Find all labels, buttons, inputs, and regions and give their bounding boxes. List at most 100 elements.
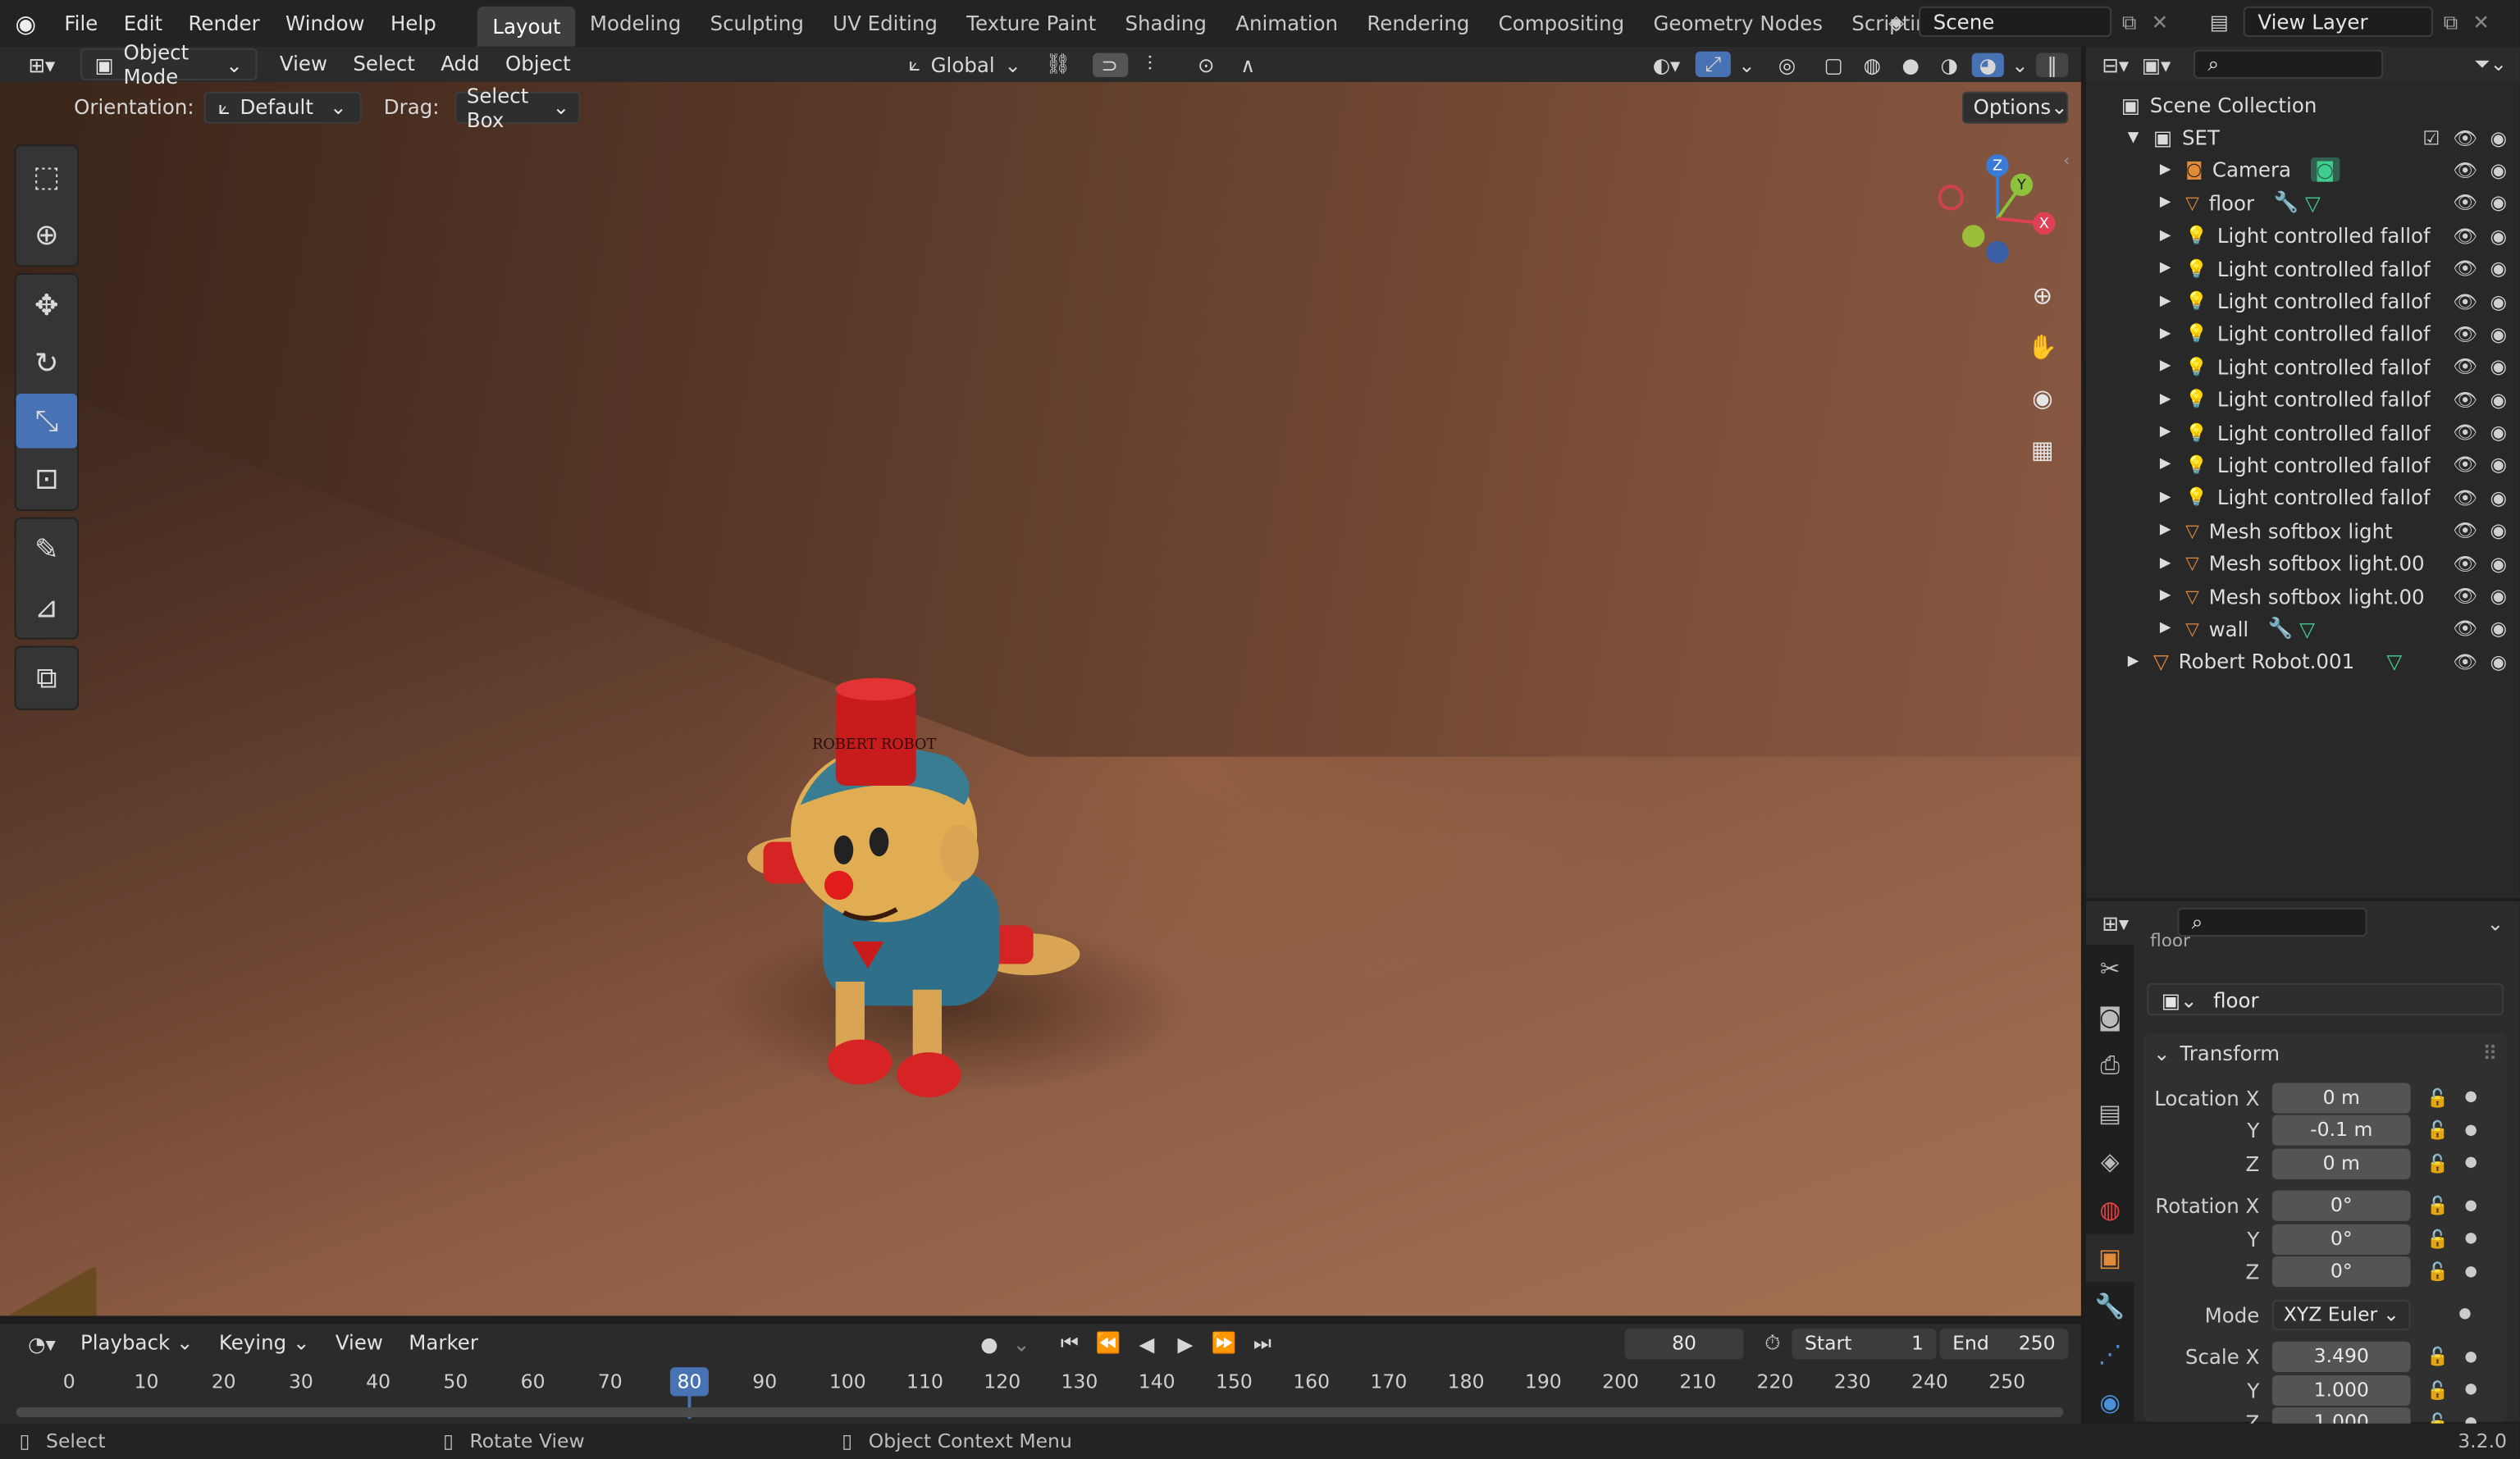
outliner-item[interactable]: ▶ 💡 Light controlled fallof 👁 ◉ <box>2086 350 2520 383</box>
eye-icon[interactable]: 👁 <box>2453 290 2477 312</box>
camera-view-icon[interactable]: ◉ <box>2021 381 2063 416</box>
tab-modeling[interactable]: Modeling <box>575 0 696 47</box>
add-menu[interactable]: Add <box>428 47 493 82</box>
pan-hand-icon[interactable]: ✋ <box>2021 330 2063 365</box>
chevron-right-icon[interactable]: ▶ <box>2160 424 2185 440</box>
editor-type-icon[interactable]: ⊞▾ <box>16 52 68 76</box>
property-value-field[interactable]: -0.1 m <box>2272 1115 2411 1147</box>
render-tab-icon[interactable]: ◙ <box>2086 993 2134 1042</box>
3d-viewport[interactable]: ROBERT ROBOT Z Y X ⊕ ✋ ◉ ▦ ‹ <box>0 81 2081 1316</box>
overlay-icon[interactable]: ◎ <box>1763 52 1811 76</box>
select-menu[interactable]: Select <box>340 47 428 82</box>
filter-icon[interactable]: ⏷⌄ <box>2474 52 2507 77</box>
chevron-right-icon[interactable]: ▶ <box>2160 588 2185 604</box>
object-tab-icon[interactable]: ▣ <box>2085 1233 2134 1283</box>
eye-icon[interactable]: 👁 <box>2453 258 2477 280</box>
menu-help[interactable]: Help <box>377 0 449 47</box>
keyframe-dot-icon[interactable]: ● <box>2465 1198 2477 1215</box>
eye-icon[interactable]: 👁 <box>2453 323 2477 345</box>
rendered-shading-icon[interactable]: ◕ <box>1971 52 2004 77</box>
property-value-field[interactable]: 0° <box>2272 1224 2411 1255</box>
chevron-right-icon[interactable]: ▶ <box>2160 228 2185 244</box>
physics-tab-icon[interactable]: ◉ <box>2086 1379 2134 1427</box>
chevron-right-icon[interactable]: ▶ <box>2160 555 2185 572</box>
rotate-icon[interactable]: ↻ <box>16 335 77 390</box>
tab-geometry-nodes[interactable]: Geometry Nodes <box>1639 0 1838 47</box>
camera-render-icon[interactable]: ◉ <box>2490 454 2508 476</box>
cursor-icon[interactable]: ⊕ <box>16 207 77 262</box>
camera-render-icon[interactable]: ◉ <box>2490 126 2508 148</box>
eye-icon[interactable]: 👁 <box>2453 486 2477 508</box>
chevron-right-icon[interactable]: ▶ <box>2160 195 2185 212</box>
robot-model[interactable]: ROBERT ROBOT <box>707 596 1109 1126</box>
keyframe-dot-icon[interactable]: ● <box>2458 1306 2471 1323</box>
chevron-right-icon[interactable]: ▶ <box>2160 391 2185 408</box>
camera-render-icon[interactable]: ◉ <box>2490 258 2508 280</box>
annotate-icon[interactable]: ✎ <box>16 522 77 577</box>
orientation-dropdown[interactable]: ⟀ Default ⌄ <box>203 90 362 123</box>
property-value-field[interactable]: 0° <box>2272 1256 2411 1288</box>
timeline-scrollbar[interactable] <box>16 1407 2064 1417</box>
gizmo-toggle-icon[interactable]: ⤢ <box>1695 51 1731 78</box>
camera-render-icon[interactable]: ◉ <box>2490 356 2508 378</box>
pause-render-icon[interactable]: ‖ <box>2036 52 2069 77</box>
keyframe-dot-icon[interactable]: ● <box>2465 1231 2477 1247</box>
camera-render-icon[interactable]: ◉ <box>2490 552 2508 574</box>
keyframe-dot-icon[interactable]: ● <box>2465 1090 2477 1106</box>
particles-tab-icon[interactable]: ⋰ <box>2086 1330 2134 1379</box>
snap-icon[interactable]: ⊃ <box>1092 52 1128 77</box>
property-value-field[interactable]: 0 m <box>2272 1148 2411 1179</box>
object-name-field[interactable]: ▣⌄ floor <box>2147 983 2504 1016</box>
keyframe-dot-icon[interactable]: ● <box>2465 1382 2477 1398</box>
scene-collection-row[interactable]: ▣ Scene Collection <box>2086 89 2520 121</box>
delete-view-layer-icon[interactable]: ✕ <box>2468 10 2494 34</box>
transform-orientation[interactable]: Global <box>931 52 995 76</box>
snap-target-icon[interactable]: ⫶ <box>1127 52 1172 77</box>
solid-shading-icon[interactable]: ● <box>1895 52 1927 76</box>
material-shading-icon[interactable]: ◑ <box>1933 52 1965 76</box>
collapse-sidebar-icon[interactable]: ‹ <box>2063 153 2070 171</box>
camera-render-icon[interactable]: ◉ <box>2490 323 2508 345</box>
view-layer-tab-icon[interactable]: ▤ <box>2086 1089 2134 1138</box>
view-layer-icon[interactable]: ▤ <box>2195 10 2244 34</box>
view-menu[interactable]: View <box>267 47 340 82</box>
eye-icon[interactable]: 👁 <box>2453 388 2477 410</box>
outliner-item[interactable]: ▶ 💡 Light controlled fallof 👁 ◉ <box>2086 285 2520 317</box>
chevron-right-icon[interactable]: ▶ <box>2160 621 2185 637</box>
drag-dropdown[interactable]: Select Box ⌄ <box>455 83 581 131</box>
scene-tab-icon[interactable]: ◈ <box>2086 1138 2134 1186</box>
outliner-item[interactable]: ▶ 💡 Light controlled fallof 👁 ◉ <box>2086 481 2520 514</box>
eye-icon[interactable]: 👁 <box>2453 552 2477 574</box>
output-tab-icon[interactable]: ⎙ <box>2086 1041 2134 1089</box>
camera-render-icon[interactable]: ◉ <box>2490 421 2508 443</box>
perspective-grid-icon[interactable]: ▦ <box>2021 432 2063 467</box>
menu-window[interactable]: Window <box>272 0 377 47</box>
transform-icon[interactable]: ⊡ <box>16 451 77 506</box>
drag-handle-icon[interactable]: ⠿ <box>2482 1040 2497 1064</box>
proportional-edit-icon[interactable]: ⊙ <box>1189 52 1224 76</box>
chevron-right-icon[interactable]: ▶ <box>2160 326 2185 343</box>
property-value-field[interactable]: 0 m <box>2272 1082 2411 1114</box>
outliner-item[interactable]: ▶ ▽ floor 🔧 ▽ 👁 ◉ <box>2086 187 2520 220</box>
mode-selector[interactable]: ▣ Object Mode ⌄ <box>80 40 258 89</box>
eye-icon[interactable]: 👁 <box>2453 225 2477 247</box>
eye-icon[interactable]: 👁 <box>2453 618 2477 640</box>
tab-rendering[interactable]: Rendering <box>1353 0 1484 47</box>
transform-panel-header[interactable]: ⌄ Transform ⠿ <box>2143 1033 2507 1072</box>
camera-render-icon[interactable]: ◉ <box>2490 290 2508 312</box>
world-tab-icon[interactable]: ◍ <box>2086 1186 2134 1234</box>
new-view-layer-icon[interactable]: ⧉ <box>2433 9 2468 34</box>
tab-sculpting[interactable]: Sculpting <box>696 0 819 47</box>
tab-compositing[interactable]: Compositing <box>1484 0 1639 47</box>
add-cube-icon[interactable]: ⧉ <box>16 650 77 705</box>
chevron-right-icon[interactable]: ▶ <box>2128 654 2153 670</box>
tab-layout[interactable]: Layout <box>477 6 576 47</box>
outliner-item[interactable]: ▶ ◙ Camera ◙ 👁 ◉ <box>2086 154 2520 187</box>
property-value-field[interactable]: 3.490 <box>2272 1342 2411 1373</box>
robert-robot-row[interactable]: ▶ ▽ Robert Robot.001 ▽ 👁 ◉ <box>2086 645 2520 678</box>
zoom-icon[interactable]: ⊕ <box>2021 278 2063 313</box>
keyframe-dot-icon[interactable]: ● <box>2465 1123 2477 1139</box>
eye-icon[interactable]: 👁 <box>2453 454 2477 476</box>
camera-render-icon[interactable]: ◉ <box>2490 486 2508 508</box>
eye-icon[interactable]: 👁 <box>2453 421 2477 443</box>
